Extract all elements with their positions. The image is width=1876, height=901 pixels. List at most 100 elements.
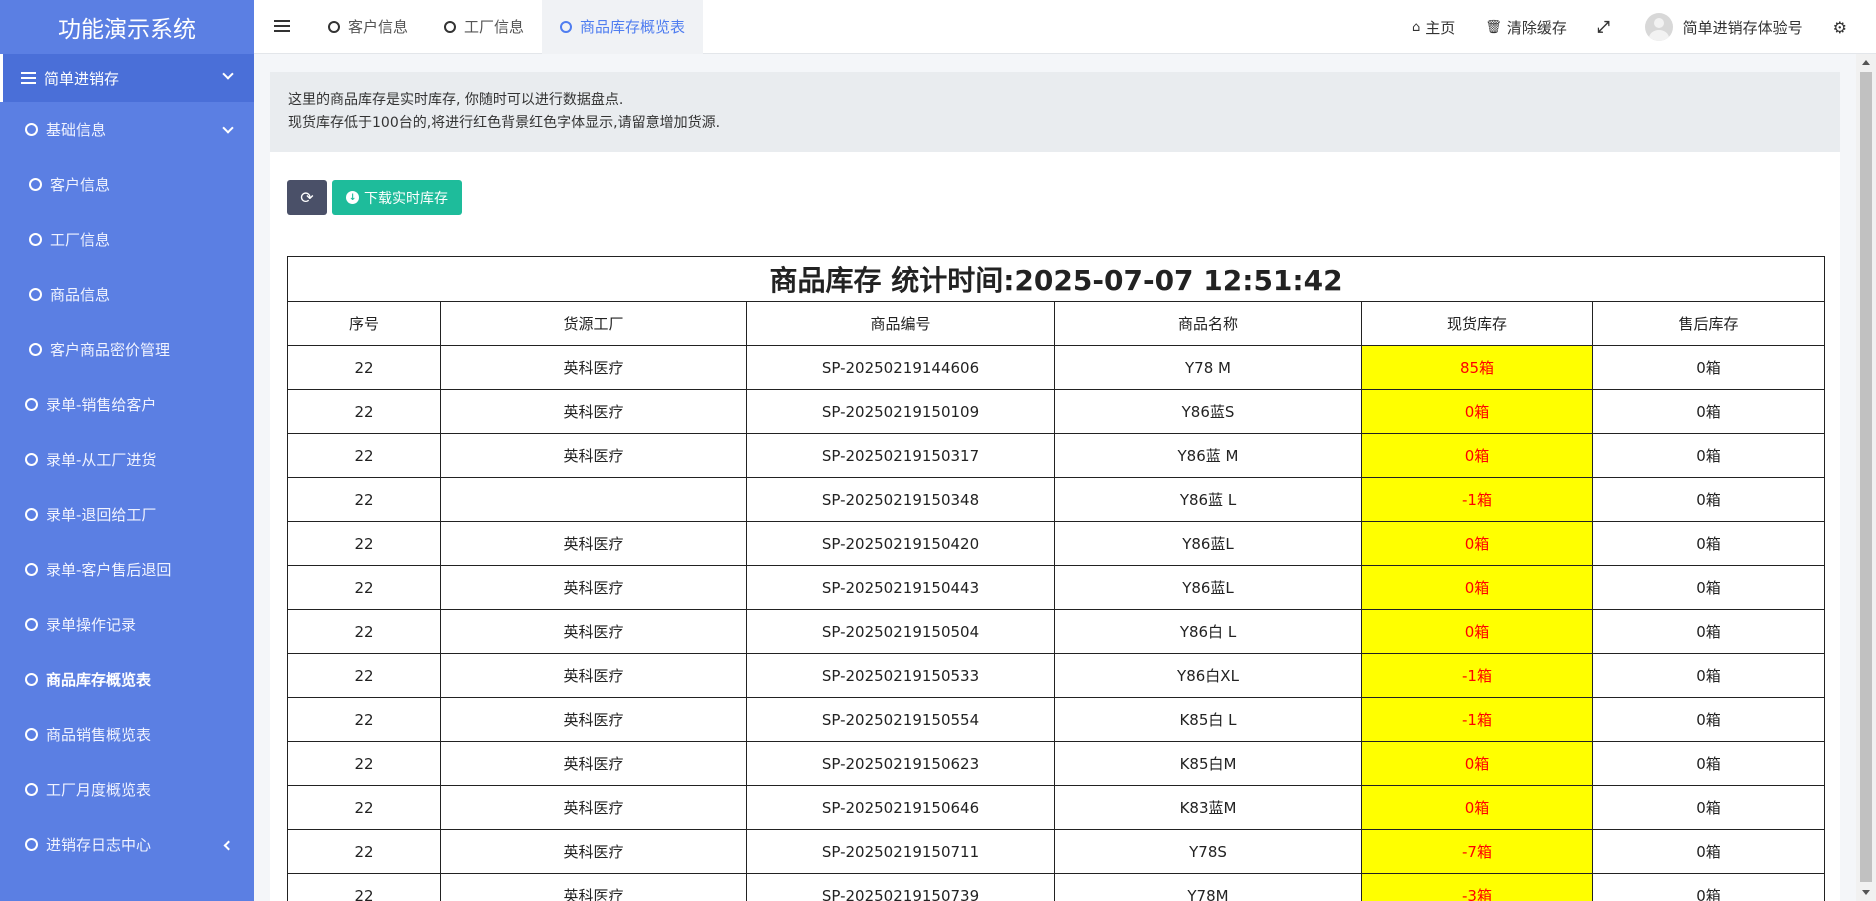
table-cell: 0箱 [1591, 565, 1826, 610]
table-cell: 英科医疗 [440, 565, 747, 610]
table-cell: 22 [287, 521, 441, 566]
circle-icon [29, 178, 42, 191]
table-cell: 0箱 [1591, 345, 1826, 390]
table-cell: Y78 M [1054, 345, 1362, 390]
table-cell: 英科医疗 [440, 521, 747, 566]
circle-icon [25, 673, 38, 686]
table-cell: 0箱 [1591, 477, 1826, 522]
table-cell: 22 [287, 389, 441, 434]
sidebar-item[interactable]: 客户商品密价管理 [0, 322, 254, 377]
refresh-button[interactable]: ⟳ [287, 180, 327, 215]
sidebar-item[interactable]: 商品信息 [0, 267, 254, 322]
sidebar-item[interactable]: 录单-从工厂进货 [0, 432, 254, 487]
home-link[interactable]: ⌂ 主页 [1412, 17, 1455, 38]
refresh-icon: ⟳ [300, 188, 314, 207]
settings-button[interactable]: ⚙ [1833, 18, 1852, 37]
list-icon [21, 72, 36, 84]
table-row: 22 英科医疗 SP-20250219150533 Y86白XL -1箱 0箱 [287, 653, 1826, 698]
stock-table-wrapper: 商品库存 统计时间:2025-07-07 12:51:42 序号 货源工厂 商品编号… [286, 256, 1826, 901]
sidebar-item-label: 录单-从工厂进货 [46, 451, 157, 469]
table-cell: SP-20250219150533 [746, 653, 1055, 698]
table-cell: 22 [287, 433, 441, 478]
sidebar-item[interactable]: 商品库存概览表 [0, 652, 254, 707]
circle-icon [328, 20, 340, 33]
clear-cache-link[interactable]: 🗑 清除缓存 [1485, 17, 1567, 38]
main-content: 这里的商品库存是实时库存, 你随时可以进行数据盘点. 现货库存低于100台的,将… [270, 72, 1840, 901]
table-cell: 0箱 [1591, 433, 1826, 478]
topbar: 客户信息 工厂信息 商品库存概览表 ⌂ 主页 🗑 清除缓存 ⤢ 简单进销存体验号… [254, 0, 1876, 54]
home-label: 主页 [1425, 18, 1456, 37]
column-header: 现货库存 [1361, 301, 1593, 346]
sidebar-item[interactable]: 录单-销售给客户 [0, 377, 254, 432]
sidebar-item[interactable]: 工厂信息 [0, 212, 254, 267]
table-cell: SP-20250219150420 [746, 521, 1055, 566]
circle-icon [25, 508, 38, 521]
sidebar-item-label: 录单-销售给客户 [46, 396, 157, 414]
sidebar-item-label: 工厂月度概览表 [46, 781, 152, 799]
sidebar-item-label: 商品库存概览表 [46, 671, 152, 689]
scroll-up-arrow-icon[interactable] [1862, 60, 1870, 65]
table-cell: 0箱 [1591, 697, 1826, 742]
table-row: 22 英科医疗 SP-20250219150317 Y86蓝 M 0箱 0箱 [287, 433, 1826, 478]
circle-icon [25, 398, 38, 411]
sidebar-item-label: 客户信息 [50, 176, 111, 194]
download-stock-button[interactable]: ↓ 下载实时库存 [332, 180, 462, 215]
sidebar-item[interactable]: 进销存日志中心 [0, 817, 254, 872]
table-cell: 英科医疗 [440, 697, 747, 742]
column-header: 序号 [287, 301, 441, 346]
notice-line-1: 这里的商品库存是实时库存, 你随时可以进行数据盘点. [288, 92, 624, 108]
hamburger-icon[interactable] [274, 20, 290, 33]
sidebar-item-label: 进销存日志中心 [46, 836, 152, 854]
table-row: 22 英科医疗 SP-20250219144606 Y78 M 85箱 0箱 [287, 345, 1826, 390]
table-cell [440, 477, 747, 522]
table-cell: 英科医疗 [440, 873, 747, 901]
scroll-thumb[interactable] [1860, 72, 1872, 882]
sidebar-item[interactable]: 基础信息 [0, 102, 254, 157]
table-cell: 0箱 [1591, 873, 1826, 901]
sidebar-menu-jxc[interactable]: 简单进销存 [0, 54, 254, 102]
table-cell: 22 [287, 609, 441, 654]
sidebar-item[interactable]: 商品销售概览表 [0, 707, 254, 762]
tab-customer-info[interactable]: 客户信息 [310, 0, 426, 54]
table-cell: 英科医疗 [440, 345, 747, 390]
table-cell: Y86蓝L [1054, 521, 1362, 566]
table-cell: Y86蓝 L [1054, 477, 1362, 522]
tab-label: 工厂信息 [464, 18, 525, 36]
sidebar-item[interactable]: 工厂月度概览表 [0, 762, 254, 817]
sidebar-item[interactable]: 录单-客户售后退回 [0, 542, 254, 597]
sidebar-item-label: 录单-客户售后退回 [46, 561, 172, 579]
sidebar-item[interactable]: 客户信息 [0, 157, 254, 212]
table-cell: 22 [287, 653, 441, 698]
username: 简单进销存体验号 [1682, 18, 1803, 37]
sidebar-item[interactable]: 录单操作记录 [0, 597, 254, 652]
tab-factory-info[interactable]: 工厂信息 [426, 0, 542, 54]
scroll-down-arrow-icon[interactable] [1862, 890, 1870, 895]
topbar-actions: ⌂ 主页 🗑 清除缓存 ⤢ 简单进销存体验号 ⚙ [1412, 0, 1876, 54]
table-cell: Y86白XL [1054, 653, 1362, 698]
circle-icon [25, 783, 38, 796]
circle-icon [25, 123, 38, 136]
circle-icon [25, 728, 38, 741]
table-cell: Y86白 L [1054, 609, 1362, 654]
expand-icon: ⤢ [1596, 17, 1610, 36]
fullscreen-button[interactable]: ⤢ [1597, 17, 1615, 37]
tab-label: 客户信息 [348, 18, 409, 36]
table-header-row: 序号 货源工厂 商品编号 商品名称 现货库存 售后库存 [287, 301, 1826, 346]
page-scrollbar[interactable] [1856, 54, 1876, 901]
sidebar-item[interactable]: 录单-退回给工厂 [0, 487, 254, 542]
circle-icon [560, 20, 573, 33]
user-menu[interactable]: 简单进销存体验号 [1644, 13, 1803, 41]
table-row: 22 英科医疗 SP-20250219150623 K85白M 0箱 0箱 [287, 741, 1826, 786]
notice-box: 这里的商品库存是实时库存, 你随时可以进行数据盘点. 现货库存低于100台的,将… [270, 72, 1840, 152]
circle-icon [29, 343, 42, 356]
table-cell: 英科医疗 [440, 829, 747, 874]
sidebar-item-label: 商品信息 [50, 286, 111, 304]
tab-stock-overview[interactable]: 商品库存概览表 [542, 0, 704, 54]
table-row: 22 英科医疗 SP-20250219150646 K83蓝M 0箱 0箱 [287, 785, 1826, 830]
table-row: 22 英科医疗 SP-20250219150504 Y86白 L 0箱 0箱 [287, 609, 1826, 654]
table-cell: K83蓝M [1054, 785, 1362, 830]
column-header: 商品编号 [746, 301, 1055, 346]
download-icon: ↓ [346, 191, 359, 204]
sidebar-item-label: 录单-退回给工厂 [46, 506, 157, 524]
avatar [1644, 13, 1673, 41]
